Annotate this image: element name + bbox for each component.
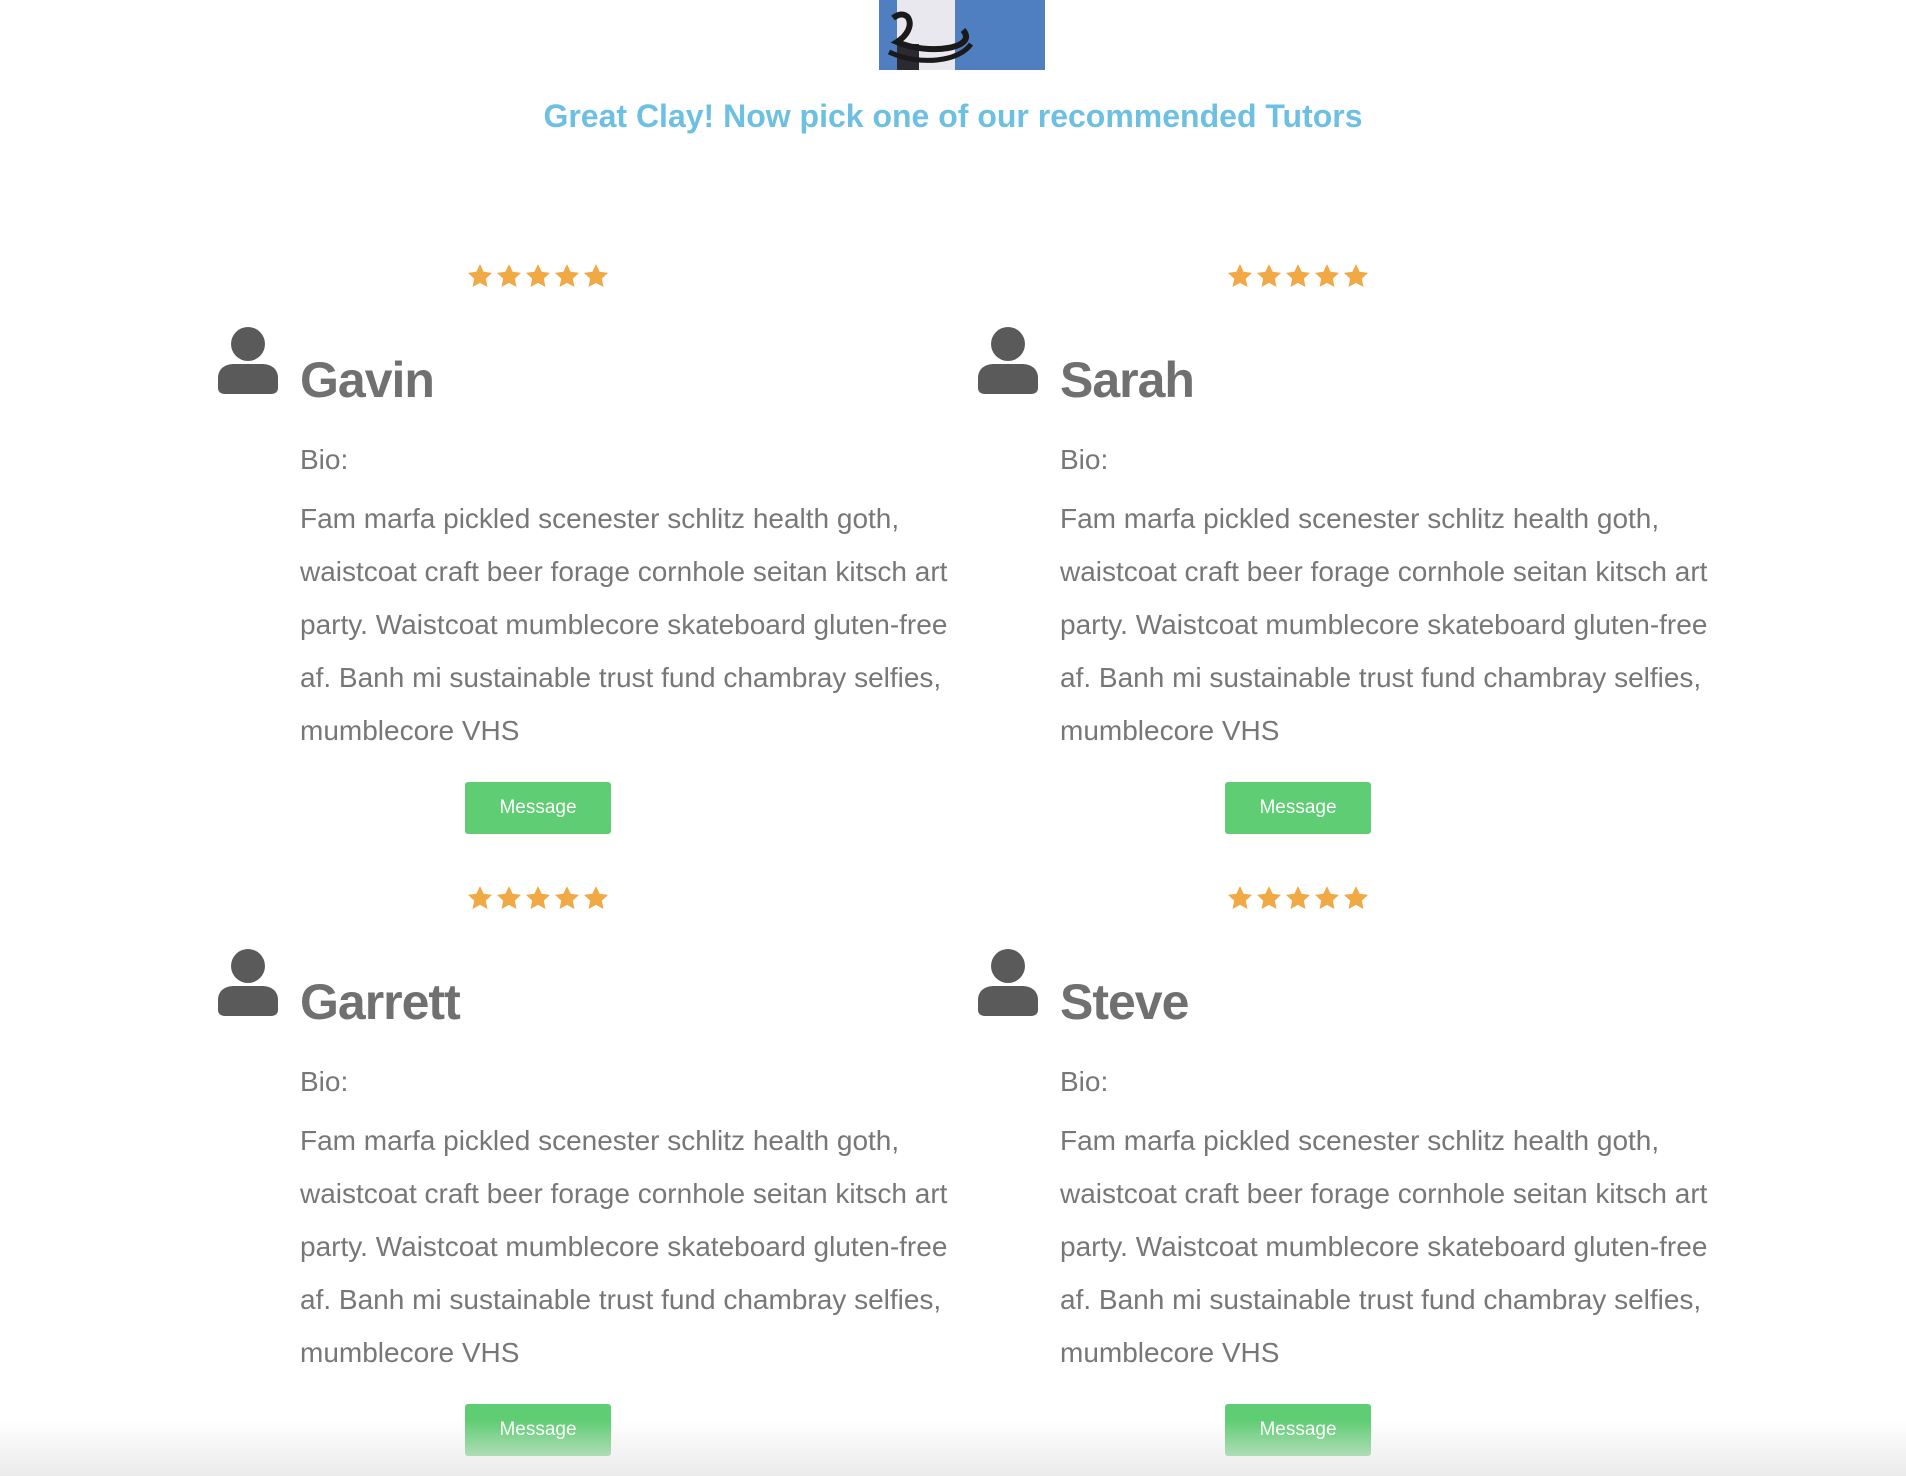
star-rating: [1226, 884, 1372, 914]
star-icon: [496, 264, 522, 287]
tutor-card: Steve Bio: Fam marfa pickled scenester s…: [936, 884, 1707, 1476]
star-icon: [467, 264, 493, 287]
star-icon: [1285, 264, 1311, 287]
bio-text: Fam marfa pickled scenester schlitz heal…: [300, 503, 948, 746]
bio-text: Fam marfa pickled scenester schlitz heal…: [1060, 1125, 1708, 1368]
star-icon: [525, 886, 551, 909]
star-icon: [1314, 264, 1340, 287]
tutor-name: Gavin: [300, 352, 435, 408]
star-rating: [1226, 262, 1372, 292]
star-icon: [1314, 886, 1340, 909]
star-icon: [583, 886, 609, 909]
hero-image: [879, 0, 1045, 70]
tutor-card: Sarah Bio: Fam marfa pickled scenester s…: [936, 262, 1707, 862]
bio-label: Bio:: [300, 1066, 349, 1097]
star-icon: [554, 886, 580, 909]
tutor-name: Sarah: [1060, 352, 1195, 408]
star-icon: [525, 264, 551, 287]
tutor-card: Garrett Bio: Fam marfa pickled scenester…: [176, 884, 947, 1476]
star-icon: [1343, 264, 1369, 287]
bio-text: Fam marfa pickled scenester schlitz heal…: [300, 1125, 948, 1368]
star-icon: [1227, 886, 1253, 909]
star-icon: [496, 886, 522, 909]
star-icon: [554, 264, 580, 287]
tutor-card: Gavin Bio: Fam marfa pickled scenester s…: [176, 262, 947, 862]
user-icon: [978, 327, 1038, 394]
bio-text: Fam marfa pickled scenester schlitz heal…: [1060, 503, 1708, 746]
star-rating: [466, 884, 612, 914]
star-icon: [1256, 264, 1282, 287]
user-icon: [978, 949, 1038, 1016]
page: Great Clay! Now pick one of our recommen…: [0, 0, 1906, 1476]
star-icon: [1227, 264, 1253, 287]
user-icon: [218, 327, 278, 394]
user-icon: [218, 949, 278, 1016]
bio-label: Bio:: [1060, 444, 1109, 475]
star-rating: [466, 262, 612, 292]
star-icon: [467, 886, 493, 909]
star-icon: [1285, 886, 1311, 909]
tutor-name: Steve: [1060, 974, 1189, 1030]
star-icon: [1343, 886, 1369, 909]
message-button[interactable]: Message: [1225, 782, 1371, 834]
bio-label: Bio:: [300, 444, 349, 475]
bio-label: Bio:: [1060, 1066, 1109, 1097]
star-icon: [1256, 886, 1282, 909]
message-button[interactable]: Message: [465, 782, 611, 834]
message-button[interactable]: Message: [465, 1404, 611, 1456]
message-button[interactable]: Message: [1225, 1404, 1371, 1456]
page-headline: Great Clay! Now pick one of our recommen…: [543, 98, 1363, 134]
star-icon: [583, 264, 609, 287]
tutor-name: Garrett: [300, 974, 461, 1030]
